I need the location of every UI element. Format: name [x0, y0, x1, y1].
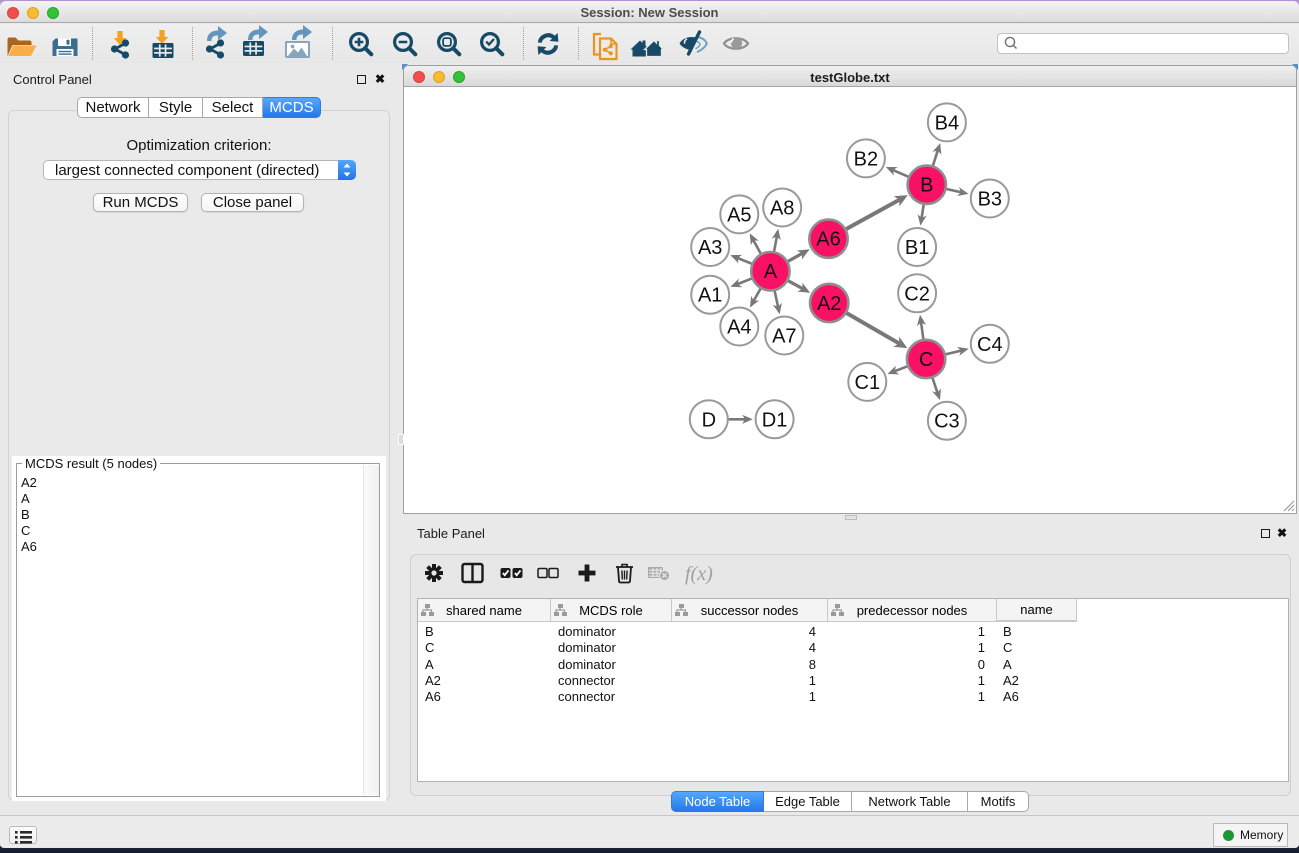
svg-text:A8: A8	[770, 198, 794, 220]
svg-text:B3: B3	[978, 189, 1002, 211]
svg-text:B1: B1	[905, 237, 929, 259]
svg-text:C2: C2	[904, 283, 930, 305]
svg-text:C4: C4	[977, 334, 1003, 356]
svg-text:B: B	[920, 175, 933, 197]
svg-text:A2: A2	[817, 293, 841, 315]
svg-text:A7: A7	[772, 326, 796, 348]
svg-text:C3: C3	[934, 411, 960, 433]
svg-text:C: C	[919, 349, 933, 371]
svg-text:B2: B2	[854, 148, 878, 170]
svg-text:A1: A1	[698, 285, 722, 307]
svg-text:D1: D1	[762, 409, 788, 431]
svg-text:f(x): f(x)	[685, 563, 713, 585]
svg-text:C1: C1	[855, 372, 881, 394]
svg-text:A3: A3	[698, 237, 722, 259]
svg-text:A: A	[764, 261, 778, 283]
svg-text:D: D	[702, 409, 716, 431]
svg-text:B4: B4	[935, 112, 959, 134]
svg-text:A4: A4	[727, 317, 751, 339]
svg-text:A5: A5	[727, 204, 751, 226]
svg-text:A6: A6	[816, 229, 840, 251]
